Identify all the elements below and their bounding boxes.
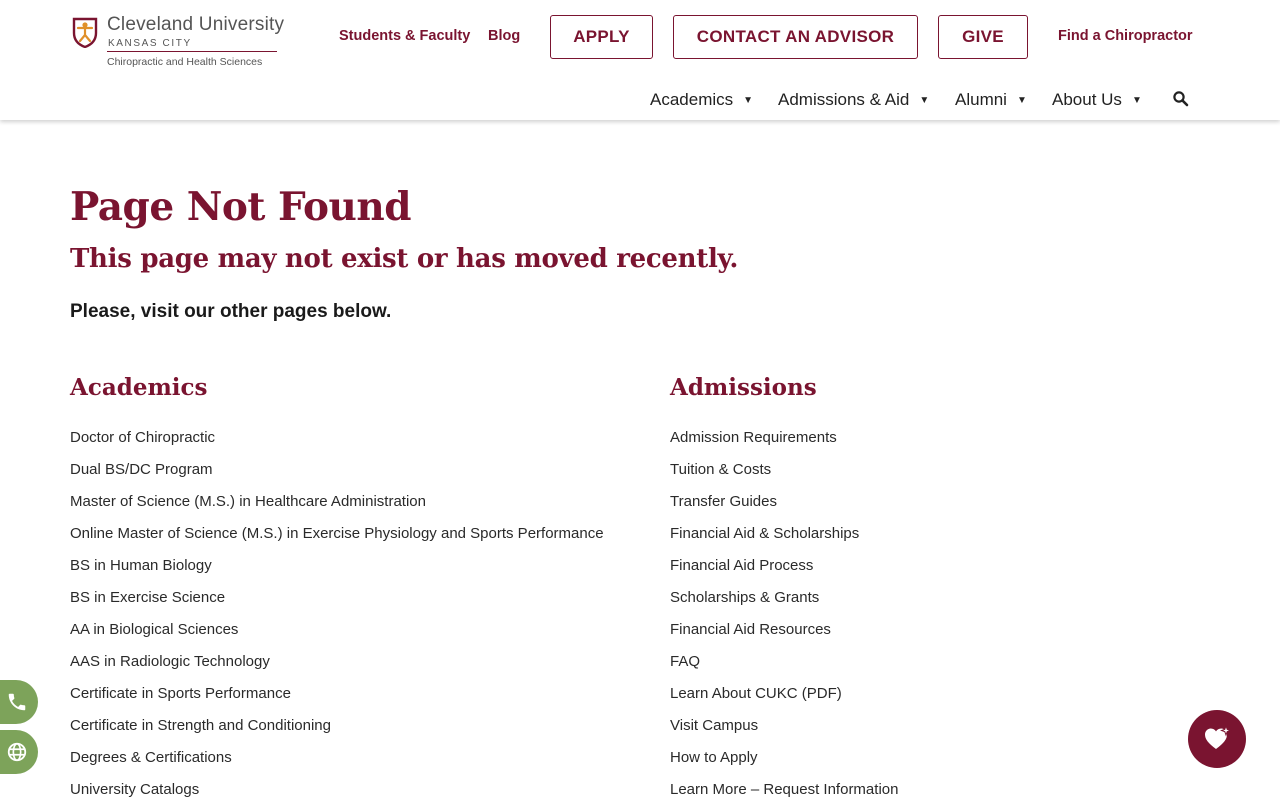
list-item[interactable]: AAS in Radiologic Technology (70, 651, 604, 683)
caret-down-icon: ▼ (743, 94, 754, 106)
list-item[interactable]: Admission Requirements (670, 427, 898, 459)
phone-icon (8, 693, 26, 711)
list-item[interactable]: University Catalogs (70, 779, 604, 800)
page-title: Page Not Found (70, 184, 412, 230)
list-item[interactable]: Certificate in Sports Performance (70, 683, 604, 715)
list-item[interactable]: Degrees & Certifications (70, 747, 604, 779)
logo-name: Cleveland University (107, 14, 285, 35)
logo-mark-icon (72, 17, 98, 48)
list-item[interactable]: FAQ (670, 651, 898, 683)
phone-button[interactable] (0, 680, 38, 724)
caret-down-icon: ▼ (1131, 94, 1142, 106)
nav-item-alumni[interactable]: Alumni ▼ (955, 88, 1027, 112)
academics-heading: Academics (70, 374, 208, 401)
apply-button[interactable]: APPLY (550, 15, 653, 59)
find-chiropractor-link[interactable]: Find a Chiropractor (1058, 28, 1193, 44)
list-item[interactable]: Learn About CUKC (PDF) (670, 683, 898, 715)
students-faculty-link[interactable]: Students & Faculty (339, 28, 470, 44)
search-icon[interactable] (1172, 90, 1190, 108)
list-item[interactable]: Financial Aid Resources (670, 619, 898, 651)
admissions-heading: Admissions (670, 374, 817, 401)
intro-text: Please, visit our other pages below. (70, 301, 392, 322)
list-item[interactable]: How to Apply (670, 747, 898, 779)
nav-label: About Us (1052, 90, 1122, 109)
nav-item-about-us[interactable]: About Us ▼ (1052, 88, 1142, 112)
admissions-link-list: Admission Requirements Tuition & Costs T… (670, 427, 898, 800)
list-item[interactable]: Learn More – Request Information (670, 779, 898, 800)
nav-label: Academics (650, 90, 734, 109)
logo-city: KANSAS CITY (108, 38, 192, 49)
list-item[interactable]: Financial Aid Process (670, 555, 898, 587)
globe-icon (7, 742, 27, 762)
logo-divider (107, 51, 277, 52)
list-item[interactable]: Dual BS/DC Program (70, 459, 604, 491)
chat-heart-icon (1205, 724, 1232, 749)
list-item[interactable]: Doctor of Chiropractic (70, 427, 604, 459)
list-item[interactable]: Scholarships & Grants (670, 587, 898, 619)
list-item[interactable]: Tuition & Costs (670, 459, 898, 491)
list-item[interactable]: BS in Human Biology (70, 555, 604, 587)
blog-link[interactable]: Blog (488, 28, 520, 44)
list-item[interactable]: Financial Aid & Scholarships (670, 523, 898, 555)
list-item[interactable]: Master of Science (M.S.) in Healthcare A… (70, 491, 604, 523)
page-subtitle: This page may not exist or has moved rec… (70, 244, 739, 274)
nav-label: Alumni (955, 90, 1007, 109)
contact-advisor-button[interactable]: CONTACT AN ADVISOR (673, 15, 918, 59)
list-item[interactable]: Certificate in Strength and Conditioning (70, 715, 604, 747)
nav-item-academics[interactable]: Academics ▼ (650, 88, 753, 112)
list-item[interactable]: BS in Exercise Science (70, 587, 604, 619)
caret-down-icon: ▼ (919, 94, 930, 106)
globe-button[interactable] (0, 730, 38, 774)
nav-label: Admissions & Aid (778, 90, 910, 109)
list-item[interactable]: AA in Biological Sciences (70, 619, 604, 651)
site-logo[interactable]: Cleveland University KANSAS CITY Chiropr… (70, 14, 284, 72)
give-button[interactable]: GIVE (938, 15, 1028, 59)
academics-link-list: Doctor of Chiropractic Dual BS/DC Progra… (70, 427, 604, 800)
nav-item-admissions-aid[interactable]: Admissions & Aid ▼ (778, 88, 929, 112)
list-item[interactable]: Transfer Guides (670, 491, 898, 523)
list-item[interactable]: Online Master of Science (M.S.) in Exerc… (70, 523, 604, 555)
site-header: Cleveland University KANSAS CITY Chiropr… (0, 0, 1280, 120)
list-item[interactable]: Visit Campus (670, 715, 898, 747)
caret-down-icon: ▼ (1016, 94, 1027, 106)
logo-subtitle: Chiropractic and Health Sciences (107, 56, 263, 68)
chat-button[interactable] (1188, 710, 1246, 768)
